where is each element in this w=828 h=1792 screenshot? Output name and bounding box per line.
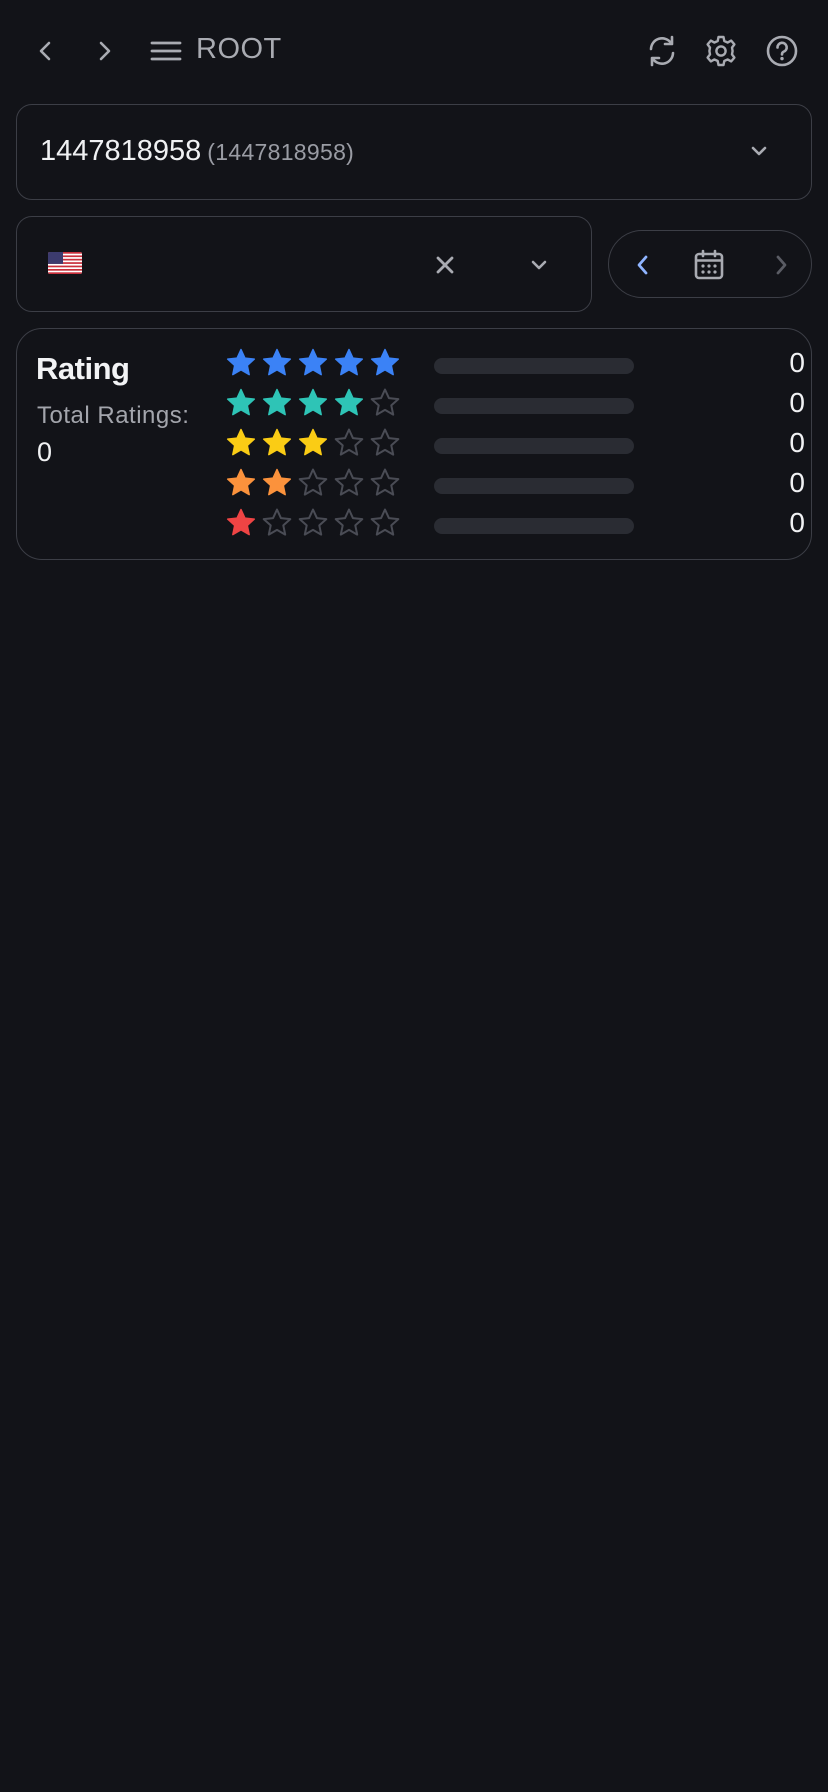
star-outline-icon	[298, 468, 328, 496]
star-outline-icon	[334, 508, 364, 536]
rating-row-4: 0	[225, 387, 805, 427]
star-group	[225, 467, 401, 499]
star-group	[225, 347, 401, 379]
calendar-icon	[694, 249, 724, 280]
app-id-value: 1447818958 (1447818958)	[40, 135, 354, 168]
forward-button[interactable]	[82, 29, 126, 73]
total-ratings-label: Total Ratings:	[37, 402, 190, 429]
star-filled-icon	[262, 388, 292, 416]
rating-count: 0	[789, 427, 805, 458]
menu-button[interactable]	[144, 29, 188, 73]
rating-count: 0	[789, 347, 805, 378]
rating-row-5: 0	[225, 347, 805, 387]
gear-icon	[706, 35, 736, 67]
rating-title: Rating	[36, 351, 130, 386]
star-outline-icon	[370, 468, 400, 496]
rating-count: 0	[789, 507, 805, 538]
star-group	[225, 427, 401, 459]
star-filled-icon	[226, 348, 256, 376]
star-outline-icon	[370, 508, 400, 536]
country-selector[interactable]	[16, 216, 592, 312]
back-button[interactable]	[24, 29, 68, 73]
rating-bar-track	[434, 518, 634, 534]
star-filled-icon	[370, 348, 400, 376]
refresh-button[interactable]	[640, 29, 684, 73]
rating-row-3: 0	[225, 427, 805, 467]
app-id-label: (1447818958)	[207, 139, 355, 165]
menu-icon	[150, 41, 182, 61]
rating-row-1: 0	[225, 507, 805, 547]
chevron-right-icon	[776, 255, 787, 275]
star-filled-icon	[298, 428, 328, 456]
star-filled-icon	[226, 388, 256, 416]
star-outline-icon	[334, 428, 364, 456]
rating-row-2: 0	[225, 467, 805, 507]
rating-summary-card: Rating Total Ratings: 0 0 0 0 0 0	[16, 328, 812, 560]
breadcrumb-root[interactable]: ROOT	[196, 33, 282, 66]
rating-bar-track	[434, 398, 634, 414]
chevron-left-icon	[39, 41, 51, 61]
star-filled-icon	[226, 428, 256, 456]
app-dropdown-toggle[interactable]	[747, 139, 771, 168]
star-filled-icon	[226, 468, 256, 496]
previous-date-button[interactable]	[621, 243, 665, 287]
star-outline-icon	[262, 508, 292, 536]
star-filled-icon	[262, 348, 292, 376]
star-filled-icon	[298, 348, 328, 376]
star-filled-icon	[298, 388, 328, 416]
chevron-down-icon	[751, 146, 767, 156]
star-filled-icon	[334, 348, 364, 376]
rating-bar-track	[434, 438, 634, 454]
date-navigator	[608, 230, 812, 298]
help-icon	[766, 35, 798, 67]
refresh-icon	[649, 35, 675, 67]
total-ratings-value: 0	[37, 437, 53, 467]
calendar-button[interactable]	[687, 243, 731, 287]
rating-bar-track	[434, 358, 634, 374]
chevron-left-icon	[637, 255, 648, 275]
country-dropdown-toggle[interactable]	[517, 243, 561, 287]
star-filled-icon	[334, 388, 364, 416]
close-icon	[436, 256, 454, 274]
us-flag-icon	[48, 252, 82, 274]
rating-count: 0	[789, 387, 805, 418]
chevron-down-icon	[531, 260, 547, 270]
star-group	[225, 387, 401, 419]
star-group	[225, 507, 401, 539]
next-date-button[interactable]	[759, 243, 803, 287]
rating-count: 0	[789, 467, 805, 498]
star-outline-icon	[370, 428, 400, 456]
star-filled-icon	[226, 508, 256, 536]
star-outline-icon	[370, 388, 400, 416]
chevron-right-icon	[99, 41, 111, 61]
help-button[interactable]	[760, 29, 804, 73]
star-filled-icon	[262, 428, 292, 456]
rating-bar-track	[434, 478, 634, 494]
star-outline-icon	[298, 508, 328, 536]
clear-country-button[interactable]	[423, 243, 467, 287]
top-bar: ROOT	[0, 0, 828, 104]
star-outline-icon	[334, 468, 364, 496]
app-name: 1447818958	[40, 135, 202, 167]
app-selector[interactable]: 1447818958 (1447818958)	[16, 104, 812, 200]
star-filled-icon	[262, 468, 292, 496]
settings-button[interactable]	[699, 29, 743, 73]
